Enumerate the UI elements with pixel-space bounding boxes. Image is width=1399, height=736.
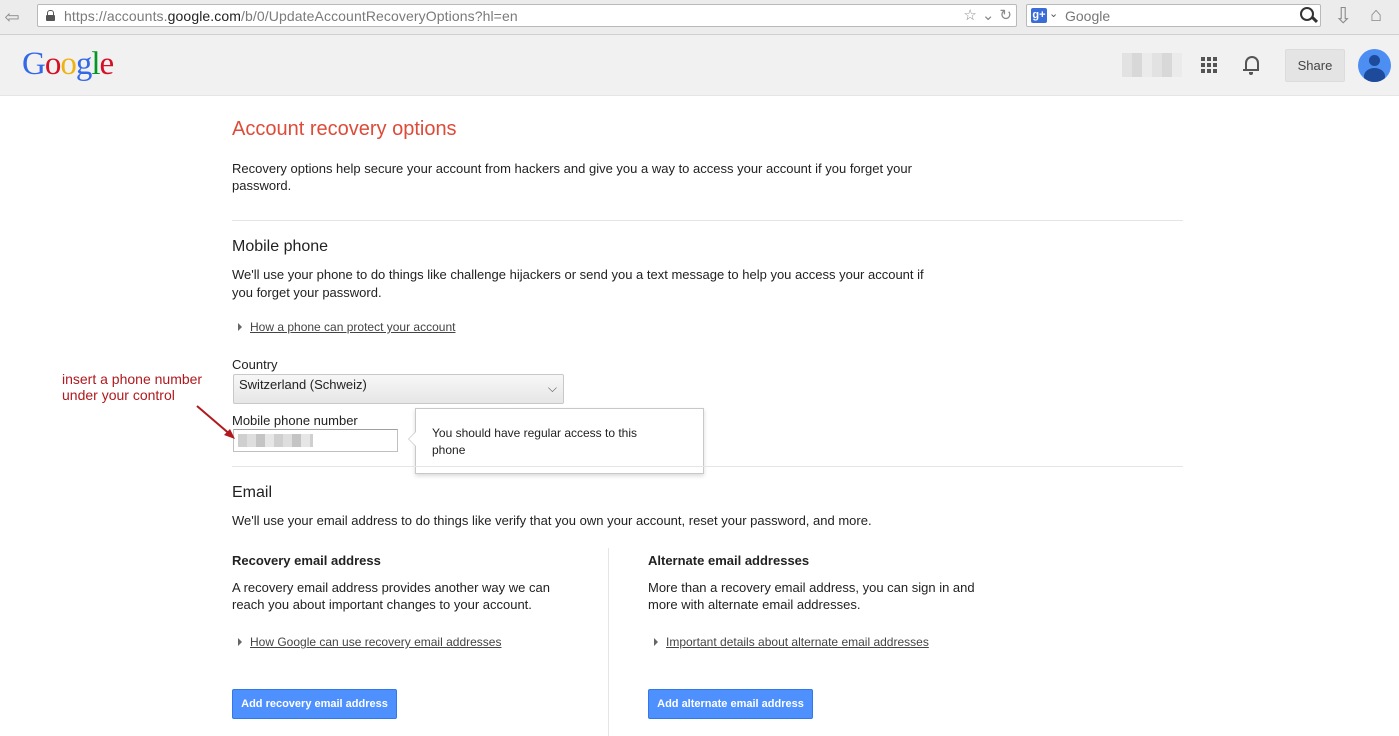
country-label: Country [232,357,278,372]
email-section-description: We'll use your email address to do thing… [232,513,872,528]
back-icon[interactable]: ⇦ [0,6,24,28]
phone-help-link[interactable]: How a phone can protect your account [238,320,455,334]
recovery-email-help-link[interactable]: How Google can use recovery email addres… [238,635,501,649]
recovery-email-heading: Recovery email address [232,553,381,568]
phone-number-input[interactable] [233,429,398,452]
divider [232,220,1183,221]
search-engine-icon[interactable]: g+ [1031,8,1047,23]
search-placeholder: Google [1065,8,1111,24]
annotation-line-2: under your control [62,387,175,403]
triangle-right-icon [654,638,658,646]
chevron-down-icon[interactable]: ⌄ [1049,7,1058,20]
download-icon[interactable]: ⇩ [1334,5,1352,27]
url-text: https://accounts.google.com/b/0/UpdateAc… [64,8,518,24]
account-name-redacted [1122,53,1182,77]
share-button[interactable]: Share [1285,49,1345,82]
lock-icon [46,10,55,21]
url-dropdown-icon[interactable]: ⌄ [982,6,995,25]
add-recovery-email-button[interactable]: Add recovery email address [232,689,397,719]
url-bar[interactable]: https://accounts.google.com/b/0/UpdateAc… [37,4,1017,27]
triangle-right-icon [238,638,242,646]
annotation-line-1: insert a phone number [62,371,203,387]
star-icon[interactable]: ☆ [963,6,976,25]
google-header: Google Share [0,35,1399,96]
recovery-email-description: A recovery email address provides anothe… [232,580,550,612]
column-divider [608,548,609,736]
bell-icon[interactable] [1243,55,1259,75]
alternate-email-heading: Alternate email addresses [648,553,810,568]
tooltip-arrow [408,431,416,447]
annotation-note: insert a phone number under your control [62,371,202,403]
page-title: Account recovery options [232,118,457,140]
triangle-right-icon [238,323,242,331]
apps-icon[interactable] [1201,57,1217,73]
mobile-section-description: We'll use your phone to do things like c… [232,267,924,300]
google-logo[interactable]: Google [22,46,114,83]
add-alternate-email-button[interactable]: Add alternate email address [648,689,813,719]
browser-search-field[interactable]: g+ ⌄ Google [1026,4,1321,27]
page-intro: Recovery options help secure your accoun… [232,161,912,193]
tooltip-text: You should have regular access to this p… [432,426,638,457]
mobile-section-title: Mobile phone [232,238,329,255]
country-select[interactable]: Switzerland (Schweiz) ⌵ [233,374,564,404]
phone-tooltip: You should have regular access to this p… [408,408,704,474]
alternate-email-description: More than a recovery email address, you … [648,580,975,612]
search-icon[interactable] [1300,7,1319,24]
reload-icon[interactable]: ↻ [999,6,1012,25]
phone-label: Mobile phone number [232,413,358,428]
annotation-arrow-icon [196,405,235,439]
phone-number-redacted [238,434,313,447]
alternate-email-help-link[interactable]: Important details about alternate email … [654,635,929,649]
chevron-down-icon: ⌵ [547,381,557,395]
email-section-title: Email [232,484,273,501]
divider [232,466,1183,467]
avatar[interactable] [1358,49,1391,82]
country-selected-value: Switzerland (Schweiz) [239,377,367,392]
browser-toolbar: ⇦ https://accounts.google.com/b/0/Update… [0,0,1399,35]
home-icon[interactable]: ⌂ [1370,4,1382,26]
